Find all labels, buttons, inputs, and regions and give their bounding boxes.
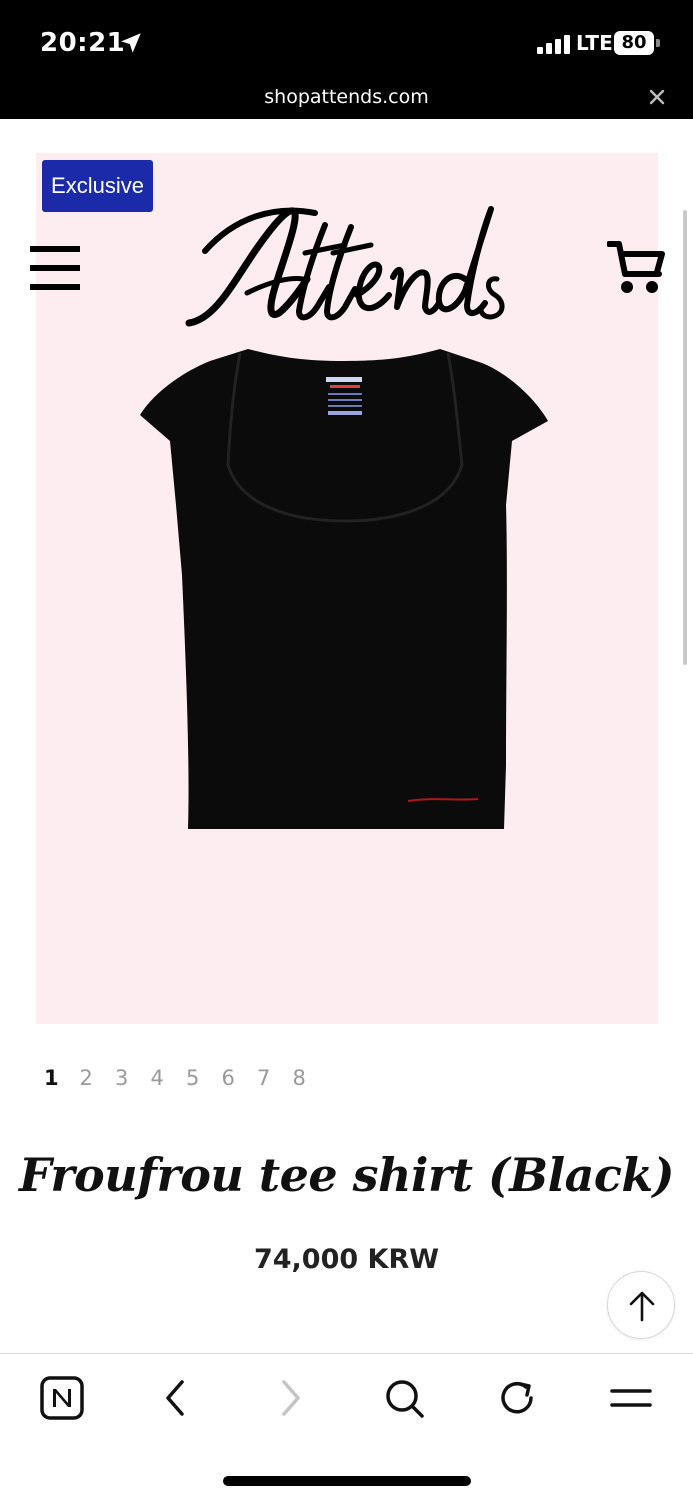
battery-icon: 80 — [614, 31, 660, 55]
reload-icon[interactable] — [496, 1376, 540, 1420]
product-photo-shirt — [140, 349, 548, 829]
arrow-up-icon — [629, 1291, 655, 1322]
naver-home-icon[interactable] — [40, 1376, 84, 1420]
product-price: 74,000 KRW — [253, 1244, 440, 1275]
menu-icon[interactable] — [609, 1376, 653, 1420]
brand-logo[interactable] — [175, 195, 520, 335]
cart-icon[interactable] — [607, 240, 665, 296]
signal-icon — [537, 35, 570, 54]
image-pagination: 1 2 3 4 5 6 7 8 — [44, 1066, 328, 1096]
hamburger-icon[interactable] — [30, 246, 80, 290]
page-2[interactable]: 2 — [80, 1066, 116, 1096]
location-arrow-icon — [121, 33, 141, 53]
page-8[interactable]: 8 — [293, 1066, 329, 1096]
home-indicator[interactable] — [223, 1476, 471, 1486]
back-icon[interactable] — [154, 1376, 198, 1420]
product-title: Froufrou tee shirt (Black) — [18, 1148, 675, 1202]
page-6[interactable]: 6 — [222, 1066, 258, 1096]
page-scrollbar[interactable] — [683, 210, 687, 665]
page-1[interactable]: 1 — [44, 1066, 80, 1096]
forward-icon[interactable] — [268, 1376, 312, 1420]
page-7[interactable]: 7 — [257, 1066, 293, 1096]
network-type: LTE — [576, 31, 613, 55]
scroll-to-top-button[interactable] — [607, 1271, 675, 1339]
battery-level: 80 — [614, 31, 654, 55]
page-4[interactable]: 4 — [151, 1066, 187, 1096]
page-5[interactable]: 5 — [186, 1066, 222, 1096]
address-bar[interactable]: shopattends.com — [0, 86, 693, 108]
search-icon[interactable] — [382, 1376, 426, 1420]
status-time: 20:21 — [40, 28, 126, 58]
close-icon[interactable] — [646, 86, 668, 108]
top-bar: 20:21 LTE 80 shopattends.com — [0, 0, 693, 119]
page-3[interactable]: 3 — [115, 1066, 151, 1096]
exclusive-badge: Exclusive — [42, 160, 153, 212]
